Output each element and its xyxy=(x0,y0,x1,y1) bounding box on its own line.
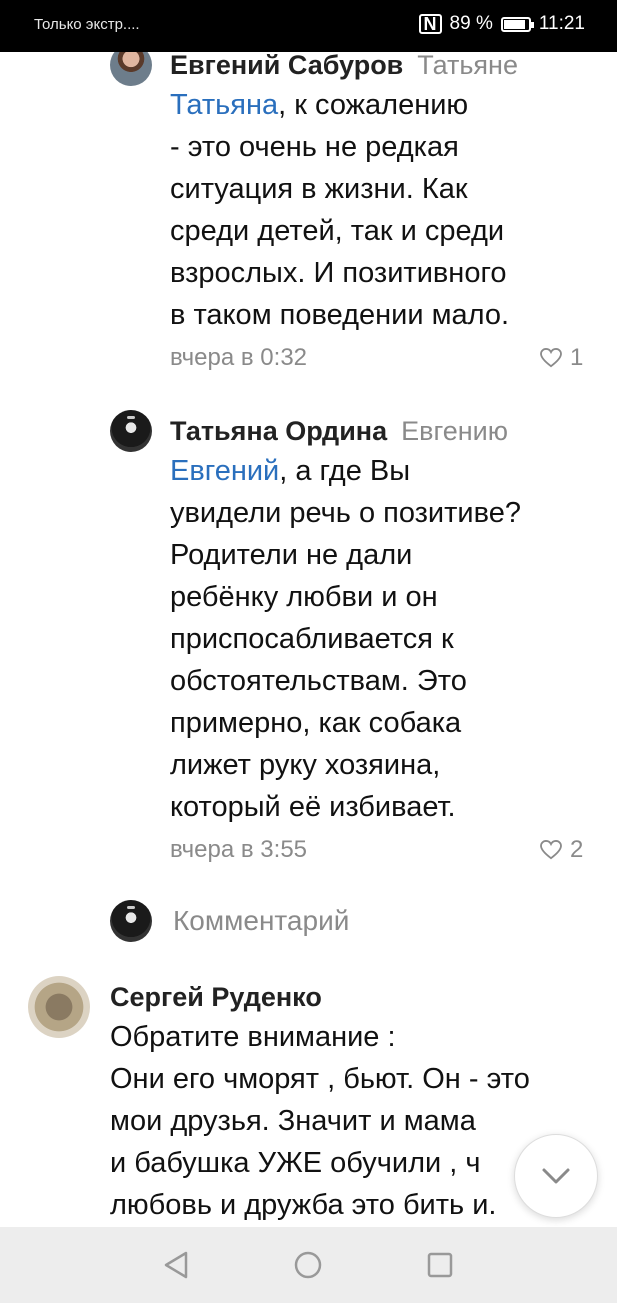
comment-time: вчера в 3:55 xyxy=(170,836,308,863)
my-avatar xyxy=(110,900,152,942)
heart-icon xyxy=(540,840,562,860)
comment-input[interactable]: Комментарий xyxy=(173,905,349,937)
scroll-down-button[interactable] xyxy=(514,1134,598,1218)
status-bar: Только экстр.... N 89 % 11:21 xyxy=(0,0,617,52)
mention-link[interactable]: Евгений xyxy=(170,455,279,487)
mention-link[interactable]: Татьяна xyxy=(170,89,278,121)
system-nav-bar xyxy=(0,1227,617,1303)
battery-icon xyxy=(500,16,534,32)
like-count: 1 xyxy=(570,344,584,371)
status-icons: N 89 % 11:21 xyxy=(418,13,585,35)
comment-body: , к сожалению - это очень не редкая ситу… xyxy=(170,89,510,331)
carrier-label: Только экстр.... xyxy=(34,16,140,33)
chevron-down-icon xyxy=(542,1168,570,1184)
nfc-icon: N xyxy=(418,14,442,34)
comment-author[interactable]: Евгений Сабуров Татьяне xyxy=(170,52,518,81)
battery-percent: 89 % xyxy=(449,13,493,34)
clock: 11:21 xyxy=(538,13,585,34)
recents-button[interactable] xyxy=(424,1249,456,1281)
comment-author[interactable]: Татьяна Ордина Евгению xyxy=(170,416,508,447)
avatar[interactable] xyxy=(110,52,152,86)
avatar[interactable] xyxy=(110,410,152,452)
avatar[interactable] xyxy=(28,976,90,1038)
back-button[interactable] xyxy=(160,1249,192,1281)
home-button[interactable] xyxy=(292,1249,324,1281)
recents-square-icon xyxy=(427,1252,453,1278)
reply-to[interactable]: Татьяне xyxy=(417,52,518,80)
comments-list[interactable]: Евгений Сабуров Татьяне Татьяна, к сожале… xyxy=(0,52,617,1227)
reply-to[interactable]: Евгению xyxy=(401,416,508,446)
comment-author[interactable]: Сергей Руденко xyxy=(110,982,322,1013)
author-name[interactable]: Евгений Сабуров xyxy=(170,52,403,80)
author-name[interactable]: Сергей Руденко xyxy=(110,982,322,1012)
author-name[interactable]: Татьяна Ордина xyxy=(170,416,387,446)
comment-time: вчера в 0:32 xyxy=(170,344,308,371)
like-button[interactable]: 1 xyxy=(540,344,583,372)
like-count: 2 xyxy=(570,836,584,863)
comment-body: , а где Вы увидели речь о позитиве? Роди… xyxy=(170,455,521,823)
comment-text: Евгений, а где Вы увидели речь о позитив… xyxy=(170,450,600,828)
back-triangle-icon xyxy=(164,1251,188,1279)
like-button[interactable]: 2 xyxy=(540,836,583,864)
comment-text: Татьяна, к сожалению - это очень не редк… xyxy=(170,84,600,336)
home-circle-icon xyxy=(294,1251,322,1279)
heart-icon xyxy=(540,348,562,368)
